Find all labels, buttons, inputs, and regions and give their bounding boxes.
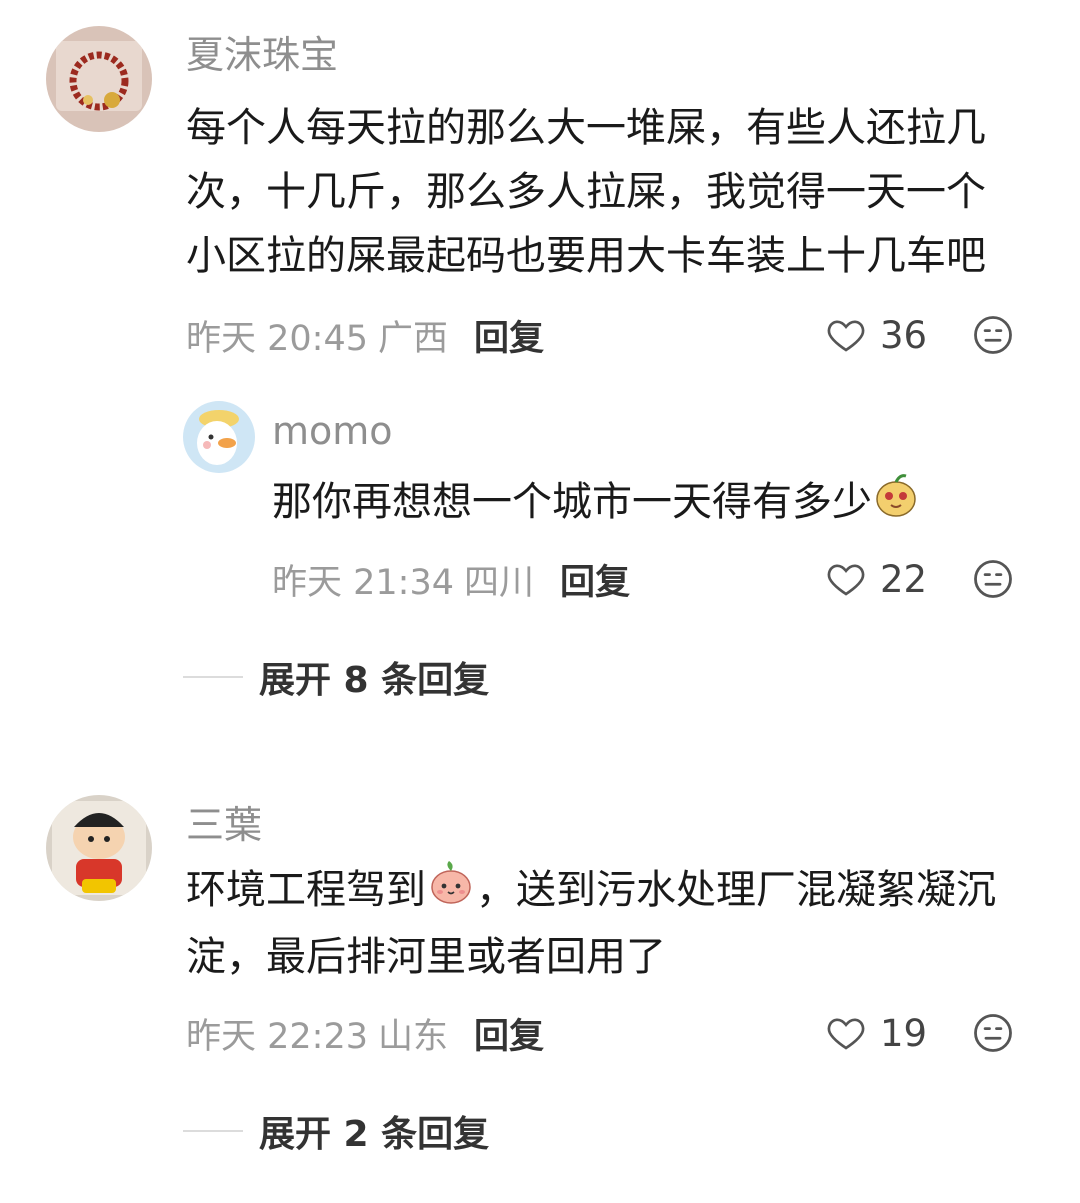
emoji-face-icon [974,316,1012,354]
reply-time: 昨天 21:34 [272,562,454,603]
comment-text-line: 小区拉的屎最起码也要用大卡车装上十几车吧 [186,233,986,279]
comment-time: 昨天 22:23 [186,1016,368,1057]
expand-replies-label: 展开 8 条回复 [259,660,490,701]
emoji-face-icon [974,1014,1012,1052]
expand-replies-button[interactable]: 展开 8 条回复 [183,652,489,702]
comment-location: 山东 [378,1016,449,1057]
avatar[interactable] [46,795,152,901]
avatar[interactable] [183,401,255,473]
comment-text-segment: ，送到污水处理厂混凝絮凝沉 [476,867,996,913]
avatar[interactable] [46,26,152,132]
heart-icon [827,564,865,596]
emoji-react-button[interactable] [972,314,1014,360]
avatar-crayon-shin-image [46,795,152,901]
heart-icon [827,320,865,352]
like-count: 22 [880,557,928,601]
reply-button[interactable]: 回复 [474,310,544,361]
comment-text: 每个人每天拉的那么大一堆屎，有些人还拉几 次，十几斤，那么多人拉屎，我觉得一天一… [186,96,1046,288]
divider-line [183,1130,243,1132]
expand-replies-label: 展开 2 条回复 [259,1114,490,1155]
emoji-react-button[interactable] [972,558,1014,604]
reply-meta: 昨天 21:34 四川 回复 [272,554,630,604]
potato-emoji-icon [874,472,918,537]
emoji-face-icon [974,560,1012,598]
like-count: 36 [880,313,928,357]
expand-replies-button[interactable]: 展开 2 条回复 [183,1106,489,1156]
peach-emoji-icon [428,860,474,925]
comment-text-line: 次，十几斤，那么多人拉屎，我觉得一天一个 [186,169,986,215]
divider-line [183,676,243,678]
avatar-bracelet-image [46,26,152,132]
comment-username[interactable]: 夏沫珠宝 [186,36,338,74]
reply-username[interactable]: momo [272,412,393,450]
like-button[interactable]: 36 [826,310,927,360]
comment-username[interactable]: 三葉 [186,806,262,844]
reply-button[interactable]: 回复 [474,1008,544,1059]
reply-button[interactable]: 回复 [560,554,630,605]
comment-meta: 昨天 20:45 广西 回复 [186,310,544,360]
like-button[interactable]: 22 [826,554,927,604]
like-count: 19 [880,1011,928,1055]
reply-text: 那你再想想一个城市一天得有多少 [272,470,920,537]
comment-text-segment: 环境工程驾到 [186,867,426,913]
comment-text-line: 每个人每天拉的那么大一堆屎，有些人还拉几 [186,105,986,151]
comment-location: 广西 [378,318,449,359]
reply-text-content: 那你再想想一个城市一天得有多少 [272,479,872,525]
like-button[interactable]: 19 [826,1008,927,1058]
comment-text: 环境工程驾到 ，送到污水处理厂混凝絮凝沉 淀，最后排河里或者回用了 [186,858,1046,989]
comment-time: 昨天 20:45 [186,318,368,359]
reply-location: 四川 [464,562,535,603]
comment-text-line: 环境工程驾到 ，送到污水处理厂混凝絮凝沉 [186,858,1046,925]
emoji-react-button[interactable] [972,1012,1014,1058]
comment-meta: 昨天 22:23 山东 回复 [186,1008,544,1058]
comment-text-line: 淀，最后排河里或者回用了 [186,933,666,980]
heart-icon [827,1018,865,1050]
avatar-duck-image [183,401,255,473]
